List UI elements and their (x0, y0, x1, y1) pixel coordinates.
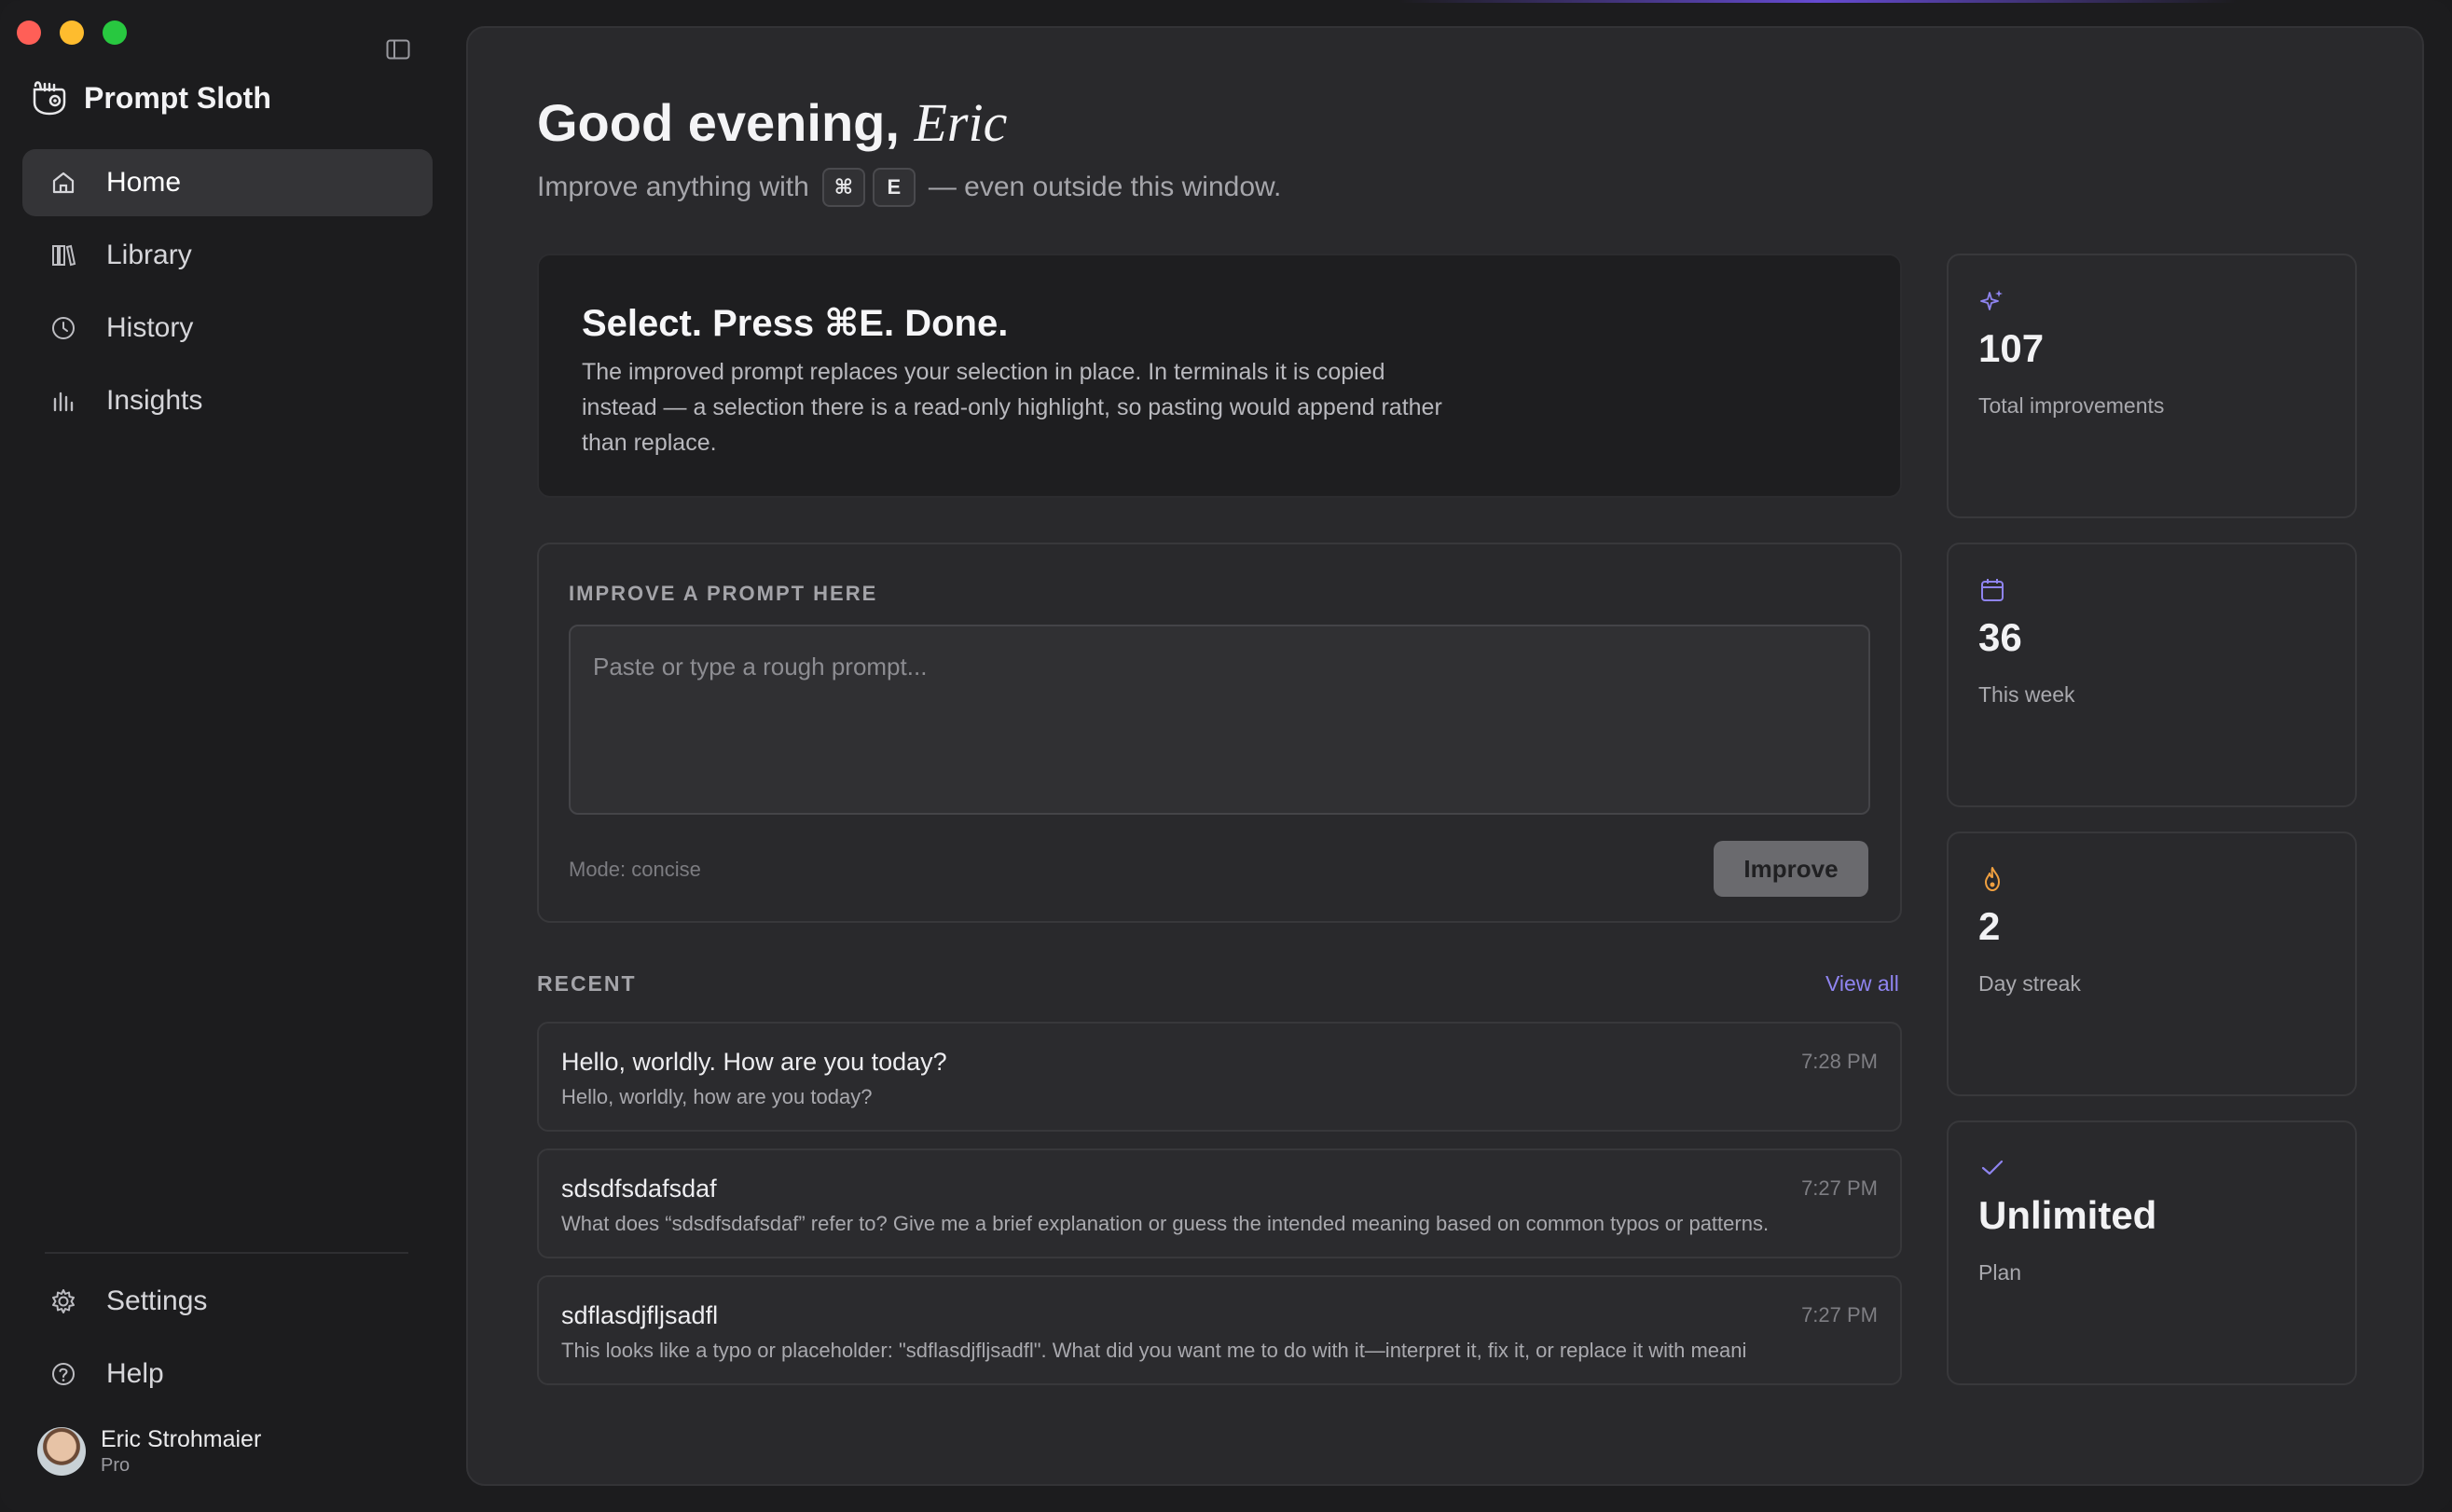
stat-card-plan: Unlimited Plan (1947, 1120, 2357, 1385)
sparkle-icon (1980, 290, 2003, 310)
list-item[interactable]: sdflasdjfljsadfl This looks like a typo … (537, 1275, 1902, 1385)
window-top-glow (1398, 0, 2238, 3)
stat-label: Plan (1978, 1260, 2022, 1285)
sidebar-nav: Home Library History Insights (22, 149, 433, 440)
zoom-window-button[interactable] (103, 21, 127, 45)
sidebar-toggle-icon[interactable] (386, 39, 410, 60)
recent-item-time: 7:28 PM (1801, 1050, 1878, 1073)
command-key: ⌘ (821, 168, 865, 207)
sidebar-item-label: Home (106, 167, 182, 198)
hero-title: Select. Press ⌘E. Done. (582, 303, 1009, 344)
improve-label: IMPROVE A PROMPT HERE (569, 582, 878, 605)
sidebar-item-label: Insights (106, 385, 203, 416)
mode-label: Mode: concise (569, 858, 701, 881)
stat-value: 107 (1978, 326, 2045, 370)
page-title: Good evening, Eric (537, 91, 1007, 154)
stat-value: Unlimited (1978, 1193, 2157, 1237)
recent-item-subtitle: This looks like a typo or placeholder: "… (561, 1339, 1747, 1362)
recent-item-title: Hello, worldly. How are you today? (561, 1048, 947, 1076)
sidebar-item-insights[interactable]: Insights (22, 367, 433, 434)
sidebar-item-history[interactable]: History (22, 295, 433, 362)
sidebar-item-help[interactable]: Help (22, 1340, 433, 1408)
gear-icon (52, 1289, 75, 1313)
sidebar-item-label: Library (106, 240, 192, 270)
library-icon (52, 244, 76, 267)
recent-item-subtitle: Hello, worldly, how are you today? (561, 1085, 873, 1108)
stat-value: 36 (1978, 615, 2022, 659)
view-all-link[interactable]: View all (1825, 971, 1899, 997)
recent-item-subtitle: What does “sdsdfsdafsdaf” refer to? Give… (561, 1212, 1770, 1235)
app-window: Prompt Sloth Home Library History Insigh… (0, 0, 2452, 1512)
hero-card: Select. Press ⌘E. Done. The improved pro… (537, 254, 1902, 498)
minimize-window-button[interactable] (60, 21, 84, 45)
sidebar-item-label: Settings (106, 1285, 208, 1316)
stat-card-total-improvements: 107 Total improvements (1947, 254, 2357, 518)
sidebar-bottom-nav: Settings Help (22, 1268, 433, 1413)
hero-body: The improved prompt replaces your select… (582, 359, 1442, 456)
recent-item-title: sdsdfsdafsdaf (561, 1175, 717, 1203)
recent-item-title: sdflasdjfljsadfl (561, 1301, 719, 1329)
help-icon (52, 1363, 75, 1385)
stat-label: Total improvements (1978, 393, 2165, 418)
sidebar-item-label: History (106, 312, 194, 343)
flame-icon (1985, 867, 2000, 891)
check-icon (1981, 1160, 2004, 1175)
main-panel: Good evening, Eric Improve anything with… (466, 26, 2424, 1486)
prompt-input[interactable] (569, 625, 1870, 815)
app-name: Prompt Sloth (84, 80, 271, 115)
sloth-logo-icon (33, 81, 66, 116)
list-item[interactable]: Hello, worldly. How are you today? Hello… (537, 1022, 1902, 1132)
avatar (37, 1427, 86, 1476)
bar-chart-icon (53, 392, 74, 412)
stat-value: 2 (1978, 904, 2001, 948)
improve-button[interactable]: Improve (1714, 841, 1868, 897)
close-window-button[interactable] (17, 21, 41, 45)
list-item[interactable]: sdsdfsdafsdaf What does “sdsdfsdafsdaf” … (537, 1148, 1902, 1258)
calendar-icon (1981, 579, 2004, 601)
greeting-text: Good evening, (537, 93, 900, 152)
e-key: E (872, 168, 916, 207)
sidebar-item-library[interactable]: Library (22, 222, 433, 289)
recent-item-time: 7:27 PM (1801, 1176, 1878, 1200)
subtitle-prefix: Improve anything with (537, 172, 809, 202)
brand: Prompt Sloth (28, 76, 271, 119)
user-info: Eric Strohmaier Pro (101, 1426, 261, 1477)
recent-item-time: 7:27 PM (1801, 1303, 1878, 1326)
home-icon (52, 172, 75, 194)
stat-card-this-week: 36 This week (1947, 543, 2357, 807)
stat-label: Day streak (1978, 971, 2081, 996)
greeting-name: Eric (914, 92, 1008, 153)
user-profile[interactable]: Eric Strohmaier Pro (37, 1426, 261, 1477)
improve-card: IMPROVE A PROMPT HERE Mode: concise Impr… (537, 543, 1902, 923)
sidebar-item-settings[interactable]: Settings (22, 1268, 433, 1335)
sidebar-item-label: Help (106, 1358, 164, 1389)
stat-card-day-streak: 2 Day streak (1947, 832, 2357, 1096)
recent-label: RECENT (537, 971, 637, 996)
user-name: Eric Strohmaier (101, 1426, 262, 1452)
sidebar-divider (45, 1252, 408, 1254)
subtitle: Improve anything with ⌘ E — even outside… (537, 168, 1281, 207)
subtitle-suffix: — even outside this window. (928, 172, 1282, 202)
clock-icon (52, 317, 75, 339)
stat-label: This week (1978, 682, 2075, 707)
sidebar-item-home[interactable]: Home (22, 149, 433, 216)
user-plan: Pro (101, 1455, 131, 1476)
